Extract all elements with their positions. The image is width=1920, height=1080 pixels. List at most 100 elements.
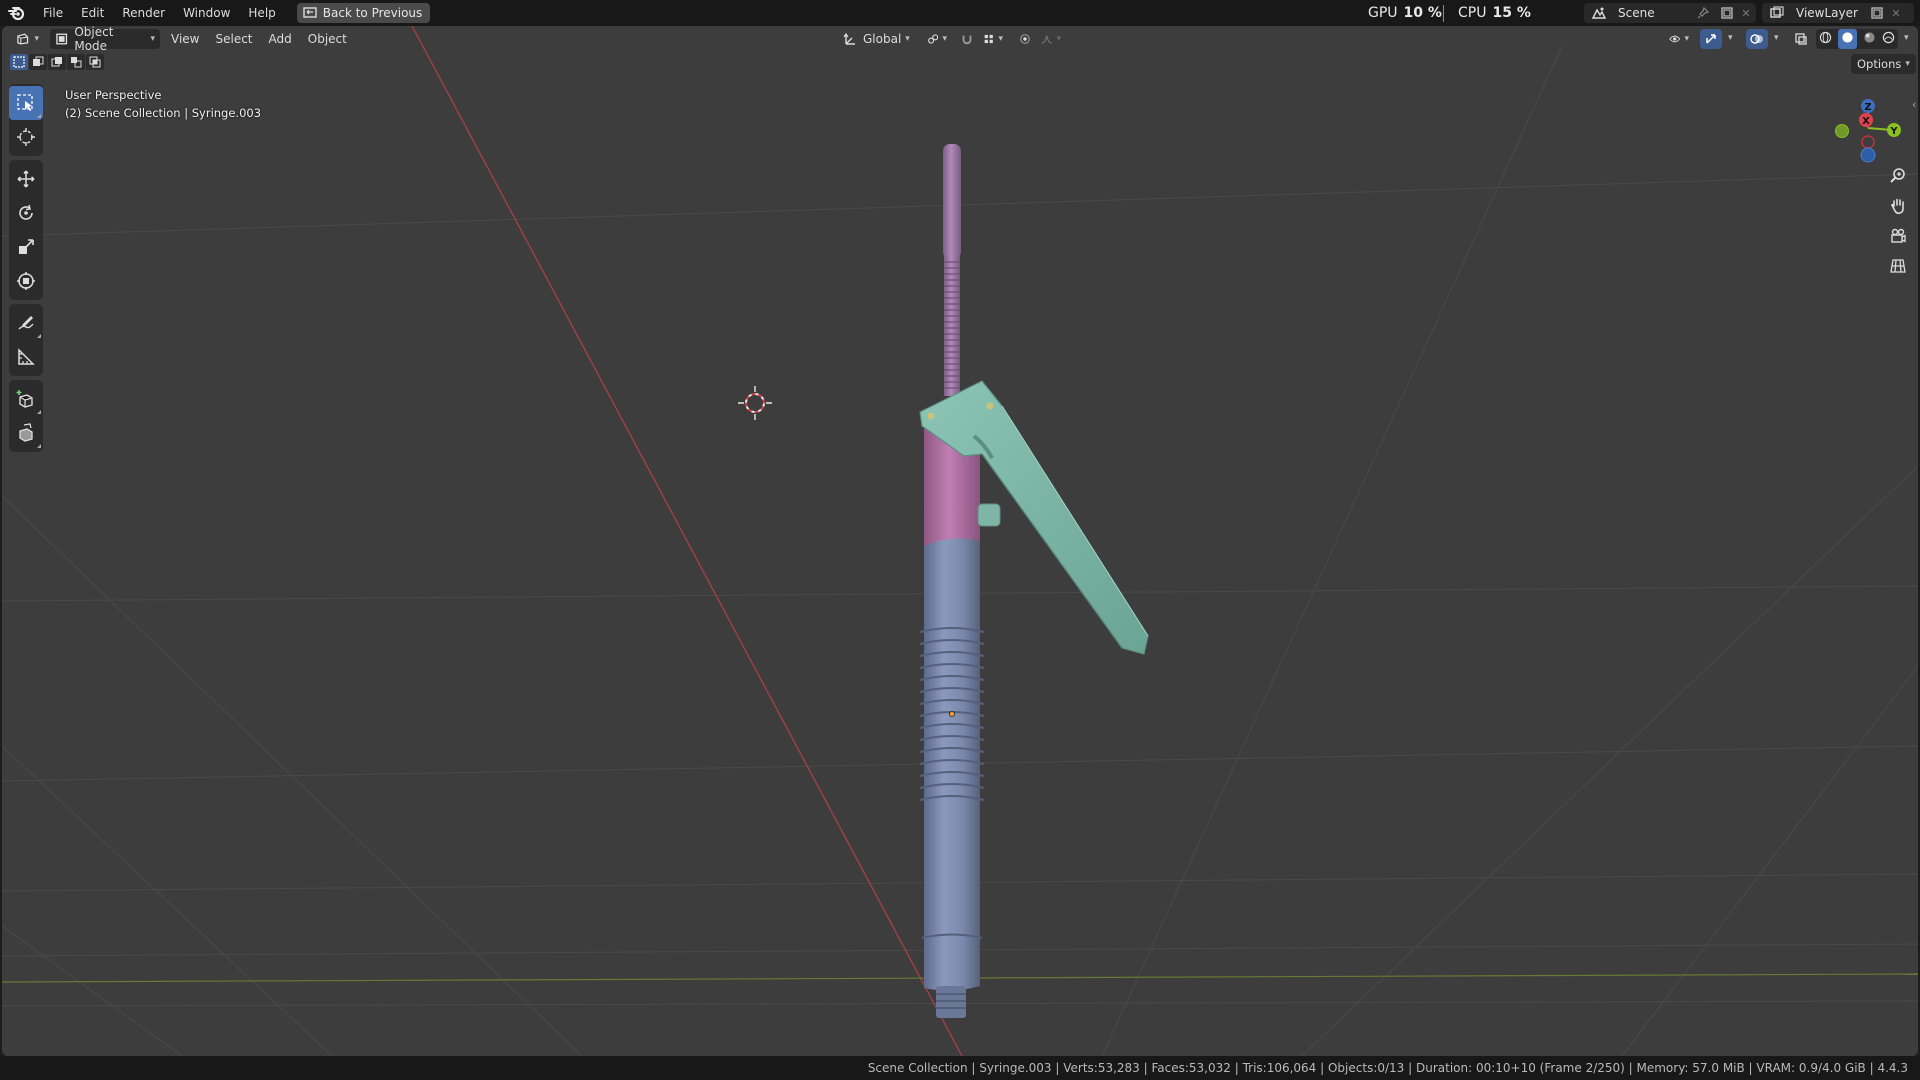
material-preview-button[interactable]: [1863, 31, 1876, 47]
chevron-down-icon: ▾: [905, 34, 910, 44]
view-layer-name[interactable]: ViewLayer: [1796, 6, 1866, 20]
gizmo-z-axis: Z: [1861, 99, 1875, 113]
editor-type-dropdown[interactable]: ▾: [10, 29, 44, 49]
stats-divider: [1443, 5, 1444, 22]
select-new-icon[interactable]: [10, 54, 28, 70]
scene-selector[interactable]: Scene ✕: [1584, 3, 1756, 23]
delete-view-layer-icon[interactable]: ✕: [1888, 7, 1904, 20]
scale-tool[interactable]: [9, 230, 43, 264]
status-bar: Scene Collection | Syringe.003 | Verts:5…: [0, 1056, 1920, 1080]
gizmo-toggle[interactable]: [1700, 29, 1722, 49]
chevron-down-icon[interactable]: ▾: [1774, 33, 1779, 43]
chevron-down-icon[interactable]: ▾: [1904, 33, 1909, 43]
tool-options-corner: [37, 334, 41, 338]
syringe-nozzle: [936, 986, 966, 1018]
select-menu[interactable]: Select: [210, 29, 257, 49]
sidebar-toggle-chevron-icon[interactable]: ‹: [1912, 98, 1916, 111]
annotate-tool[interactable]: [9, 306, 43, 340]
delete-scene-icon[interactable]: ✕: [1738, 7, 1754, 20]
view-layer-icon[interactable]: [1762, 6, 1792, 20]
wireframe-shading-button[interactable]: [1819, 31, 1832, 47]
select-extend-icon[interactable]: [29, 54, 47, 70]
options-dropdown[interactable]: Options ▾: [1851, 54, 1916, 74]
add-menu[interactable]: Add: [264, 29, 297, 49]
3d-viewport[interactable]: ▾ Object Mode ▾ View Select Add Object G…: [2, 26, 1918, 1056]
cursor-tool[interactable]: [9, 120, 43, 154]
transform-orientation-dropdown[interactable]: Global ▾: [838, 29, 916, 49]
select-subtract-icon[interactable]: [48, 54, 66, 70]
wireframe-sphere-icon: [1819, 31, 1832, 44]
tool-shelf: [9, 84, 43, 456]
measure-tool[interactable]: [9, 340, 43, 374]
select-box-tool[interactable]: [9, 86, 43, 120]
view-menu[interactable]: View: [166, 29, 204, 49]
toggle-perspective-button[interactable]: [1884, 252, 1912, 280]
menu-window[interactable]: Window: [174, 0, 239, 26]
gpu-usage: GPU 10 %: [1368, 0, 1442, 26]
hand-icon: [1891, 198, 1904, 215]
snap-target-dropdown[interactable]: ▾: [978, 29, 1008, 49]
chevron-down-icon: ▾: [1684, 34, 1689, 44]
3d-cursor: [738, 386, 772, 420]
back-to-previous-button[interactable]: Back to Previous: [296, 3, 431, 23]
view-layer-selector[interactable]: ViewLayer ✕: [1762, 3, 1914, 23]
rotate-icon: [19, 204, 33, 220]
pin-icon[interactable]: [1696, 6, 1710, 20]
extrude-tool[interactable]: [9, 416, 43, 450]
orientation-label: Global: [863, 32, 902, 46]
chevron-down-icon: ▾: [150, 34, 155, 44]
overlays-toggle[interactable]: [1746, 29, 1768, 49]
ruler-icon: [18, 348, 35, 365]
eye-icon: [1669, 35, 1681, 43]
scene-icon[interactable]: [1584, 6, 1614, 20]
material-sphere-icon: [1864, 32, 1875, 43]
select-invert-icon[interactable]: [67, 54, 85, 70]
visibility-dropdown[interactable]: ▾: [1664, 29, 1694, 49]
gpu-value: 10 %: [1403, 5, 1442, 21]
xray-icon: [1795, 33, 1807, 45]
blender-logo-icon[interactable]: [0, 0, 34, 26]
new-scene-icon[interactable]: [1716, 3, 1738, 23]
pivot-point-dropdown[interactable]: ▾: [922, 29, 952, 49]
transform-tool[interactable]: [9, 264, 43, 298]
tool-group-select: [9, 84, 43, 156]
cpu-value: 15 %: [1492, 5, 1531, 21]
camera-view-button[interactable]: [1884, 222, 1912, 250]
rotate-tool[interactable]: [9, 196, 43, 230]
x-axis-line: [411, 26, 963, 1056]
extrude-cube-icon: [19, 423, 33, 442]
move-tool[interactable]: [9, 162, 43, 196]
proportional-editing-toggle[interactable]: [1014, 29, 1036, 49]
magnet-icon: [962, 35, 972, 45]
add-cube-tool[interactable]: [9, 382, 43, 416]
viewport-info-overlay: User Perspective (2) Scene Collection | …: [65, 86, 261, 122]
gizmo-y-label: Y: [1889, 126, 1898, 137]
menu-edit[interactable]: Edit: [72, 0, 113, 26]
new-view-layer-icon[interactable]: [1866, 3, 1888, 23]
snap-toggle[interactable]: [956, 29, 978, 49]
scene-statistics: Scene Collection | Syringe.003 | Verts:5…: [867, 1061, 1908, 1075]
viewport-scene[interactable]: [2, 26, 1918, 1056]
tool-group-add: [9, 380, 43, 452]
pan-view-button[interactable]: [1884, 192, 1912, 220]
proportional-falloff-dropdown[interactable]: ▾: [1036, 29, 1066, 49]
solid-shading-button[interactable]: [1838, 29, 1857, 49]
menu-file[interactable]: File: [34, 0, 72, 26]
object-origin: [949, 711, 955, 717]
xray-toggle[interactable]: [1790, 29, 1812, 49]
screen-back-icon: [303, 7, 317, 18]
cpu-label: CPU: [1458, 5, 1487, 21]
object-mode-dropdown[interactable]: Object Mode ▾: [50, 26, 160, 53]
back-to-previous-label: Back to Previous: [322, 6, 423, 20]
chevron-down-icon[interactable]: ▾: [1728, 33, 1733, 43]
scene-name[interactable]: Scene: [1618, 6, 1696, 20]
overlays-icon: [1750, 34, 1763, 44]
zoom-view-button[interactable]: [1884, 162, 1912, 190]
gizmo-y-axis: Y: [1887, 123, 1901, 137]
select-intersect-icon[interactable]: [86, 54, 104, 70]
object-menu[interactable]: Object: [303, 29, 352, 49]
rendered-shading-button[interactable]: [1882, 31, 1895, 47]
menu-help[interactable]: Help: [239, 0, 284, 26]
menu-render[interactable]: Render: [113, 0, 174, 26]
cpu-usage: CPU 15 %: [1458, 0, 1531, 26]
